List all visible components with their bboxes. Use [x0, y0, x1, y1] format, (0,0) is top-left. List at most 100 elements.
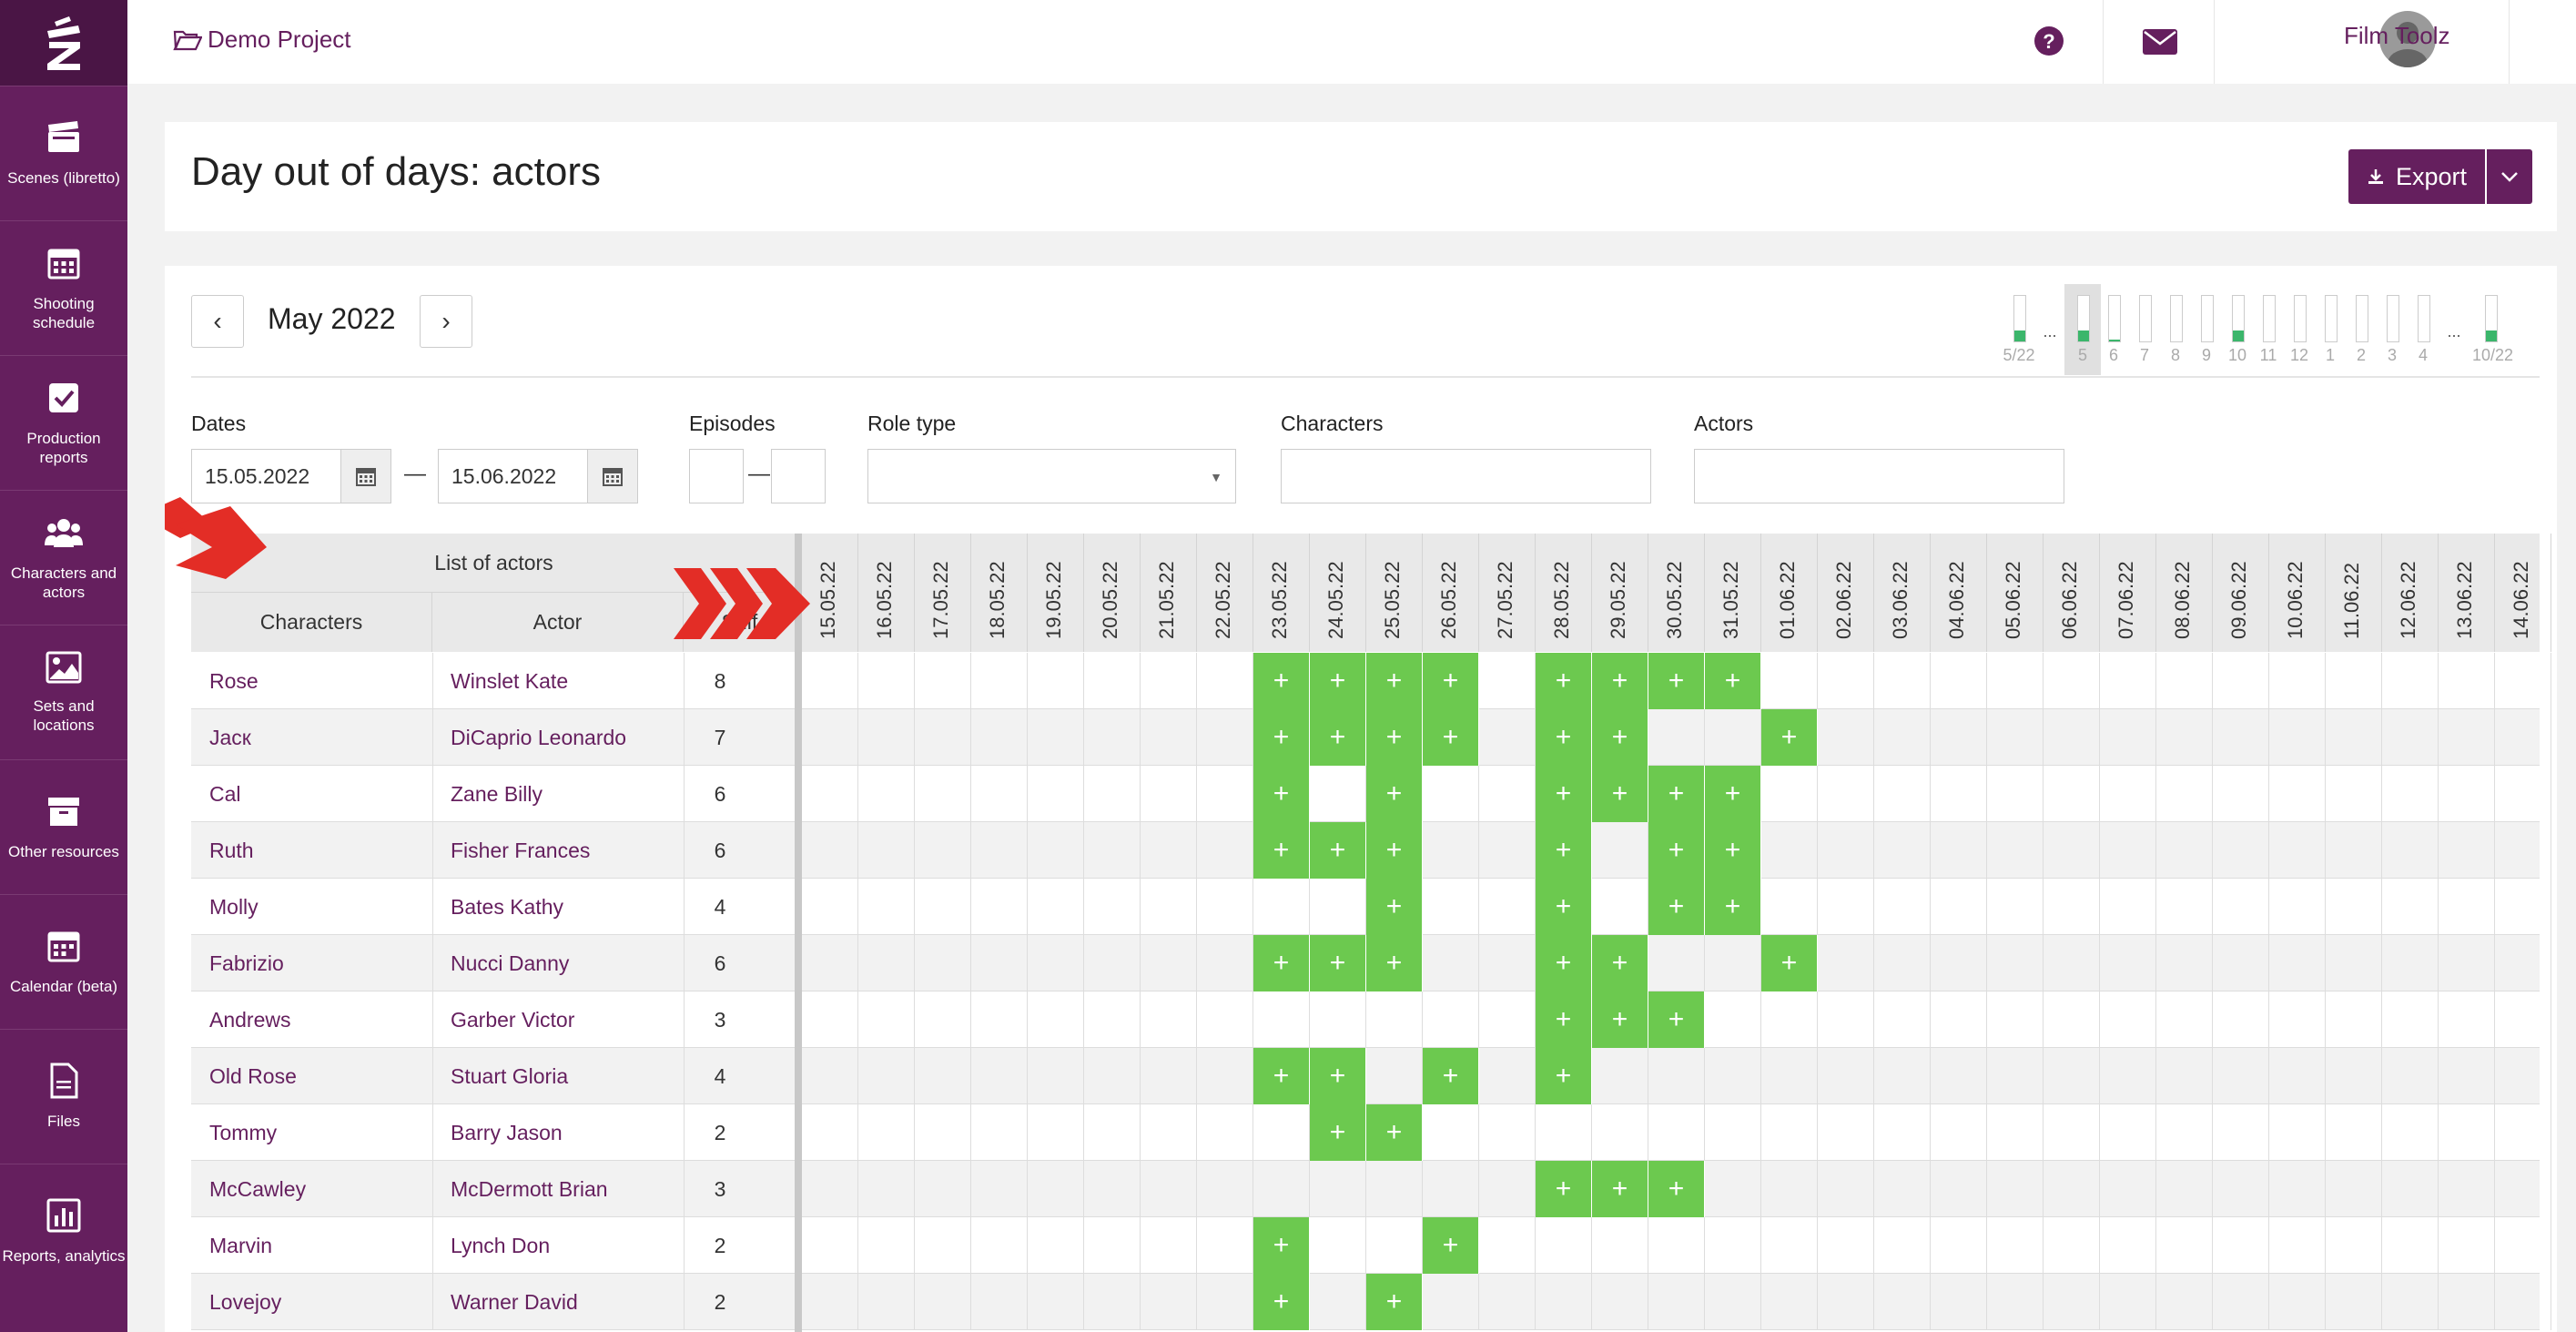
- schedule-cell[interactable]: [2326, 879, 2382, 935]
- schedule-cell[interactable]: [2382, 1217, 2439, 1274]
- schedule-cell-booked[interactable]: +: [1592, 766, 1648, 822]
- schedule-cell[interactable]: [1648, 1048, 1705, 1104]
- schedule-cell-booked[interactable]: +: [1536, 822, 1592, 879]
- date-column-header[interactable]: 23.05.22: [1253, 534, 1310, 652]
- schedule-cell[interactable]: [858, 1048, 915, 1104]
- schedule-cell[interactable]: [1818, 1217, 1874, 1274]
- schedule-cell[interactable]: [2439, 766, 2495, 822]
- schedule-cell-booked[interactable]: +: [1423, 653, 1479, 709]
- schedule-cell[interactable]: [1141, 1217, 1197, 1274]
- schedule-cell[interactable]: [858, 1274, 915, 1330]
- schedule-cell[interactable]: [1761, 653, 1818, 709]
- col-header-characters[interactable]: Characters: [191, 592, 432, 652]
- schedule-cell[interactable]: [2439, 1104, 2495, 1161]
- schedule-cell-booked[interactable]: +: [1253, 822, 1310, 879]
- date-column-header[interactable]: 16.05.22: [858, 534, 915, 652]
- schedule-cell[interactable]: [1479, 1274, 1536, 1330]
- sidebar-item-archive-box[interactable]: Other resources: [0, 759, 127, 894]
- schedule-cell-booked[interactable]: +: [1536, 1161, 1592, 1217]
- schedule-cell[interactable]: [1931, 709, 1987, 766]
- schedule-cell[interactable]: [1874, 1161, 1931, 1217]
- schedule-cell[interactable]: [2100, 766, 2156, 822]
- schedule-cell[interactable]: [1592, 822, 1648, 879]
- date-column-header[interactable]: 11.06.22: [2326, 534, 2382, 652]
- schedule-cell[interactable]: [2156, 1161, 2213, 1217]
- schedule-cell[interactable]: [1253, 991, 1310, 1048]
- schedule-cell-booked[interactable]: +: [1253, 653, 1310, 709]
- character-link[interactable]: Old Rose: [209, 1048, 297, 1104]
- schedule-cell[interactable]: [1141, 653, 1197, 709]
- schedule-cell[interactable]: [1761, 1161, 1818, 1217]
- schedule-cell[interactable]: [2156, 1048, 2213, 1104]
- schedule-cell[interactable]: [2269, 653, 2326, 709]
- export-dropdown-button[interactable]: [2487, 149, 2532, 204]
- schedule-cell[interactable]: [2382, 709, 2439, 766]
- schedule-cell[interactable]: [1648, 1104, 1705, 1161]
- date-column-header[interactable]: 24.05.22: [1310, 534, 1366, 652]
- schedule-cell[interactable]: [1423, 1274, 1479, 1330]
- schedule-cell-booked[interactable]: +: [1536, 653, 1592, 709]
- schedule-cell[interactable]: [858, 1104, 915, 1161]
- schedule-cell[interactable]: [1818, 1274, 1874, 1330]
- schedule-cell[interactable]: [2044, 766, 2100, 822]
- date-from-input[interactable]: 15.05.2022: [191, 449, 341, 503]
- schedule-cell-booked[interactable]: +: [1592, 935, 1648, 991]
- schedule-cell[interactable]: [1987, 766, 2044, 822]
- mail-icon[interactable]: [2143, 29, 2177, 55]
- schedule-cell[interactable]: [1366, 1161, 1423, 1217]
- schedule-cell[interactable]: [2269, 935, 2326, 991]
- schedule-cell[interactable]: [802, 879, 858, 935]
- schedule-cell[interactable]: [1423, 991, 1479, 1048]
- month-mini-bar[interactable]: ...: [2032, 284, 2068, 375]
- schedule-cell[interactable]: [1931, 1104, 1987, 1161]
- schedule-cell[interactable]: [2382, 822, 2439, 879]
- date-column-header[interactable]: 28.05.22: [1536, 534, 1592, 652]
- date-column-header[interactable]: 17.05.22: [915, 534, 971, 652]
- schedule-cell[interactable]: [915, 1048, 971, 1104]
- schedule-cell[interactable]: [971, 822, 1028, 879]
- schedule-cell[interactable]: [971, 935, 1028, 991]
- schedule-cell[interactable]: [1479, 709, 1536, 766]
- actor-link[interactable]: Bates Kathy: [451, 879, 563, 935]
- schedule-cell[interactable]: [915, 991, 971, 1048]
- schedule-cell-booked[interactable]: +: [1310, 653, 1366, 709]
- schedule-cell[interactable]: [2213, 1161, 2269, 1217]
- schedule-cell[interactable]: [1648, 935, 1705, 991]
- schedule-cell[interactable]: [2326, 1048, 2382, 1104]
- schedule-cell[interactable]: [1818, 935, 1874, 991]
- schedule-cell[interactable]: [1310, 1161, 1366, 1217]
- schedule-cell[interactable]: [858, 879, 915, 935]
- schedule-cell[interactable]: [2100, 879, 2156, 935]
- schedule-cell[interactable]: [2156, 653, 2213, 709]
- schedule-cell-booked[interactable]: +: [1366, 879, 1423, 935]
- schedule-cell[interactable]: [1705, 709, 1761, 766]
- schedule-cell[interactable]: [1931, 653, 1987, 709]
- schedule-cell[interactable]: [1592, 1048, 1648, 1104]
- date-column-header[interactable]: 09.06.22: [2213, 534, 2269, 652]
- schedule-cell-booked[interactable]: +: [1366, 935, 1423, 991]
- schedule-cell[interactable]: [2326, 935, 2382, 991]
- schedule-cell[interactable]: [1874, 1217, 1931, 1274]
- schedule-cell-booked[interactable]: +: [1761, 709, 1818, 766]
- schedule-cell-booked[interactable]: +: [1366, 653, 1423, 709]
- actor-link[interactable]: Zane Billy: [451, 766, 543, 822]
- schedule-cell[interactable]: [2269, 879, 2326, 935]
- schedule-cell-booked[interactable]: +: [1253, 1274, 1310, 1330]
- schedule-cell[interactable]: [1648, 1217, 1705, 1274]
- schedule-cell[interactable]: [1141, 822, 1197, 879]
- schedule-cell[interactable]: [858, 822, 915, 879]
- schedule-cell[interactable]: [858, 1161, 915, 1217]
- date-column-header[interactable]: 01.06.22: [1761, 534, 1818, 652]
- calendar-icon[interactable]: [587, 449, 638, 503]
- schedule-cell-booked[interactable]: +: [1536, 935, 1592, 991]
- schedule-cell[interactable]: [2156, 935, 2213, 991]
- schedule-cell[interactable]: [1987, 1104, 2044, 1161]
- schedule-cell[interactable]: [1818, 879, 1874, 935]
- table-split-divider[interactable]: [795, 534, 802, 1332]
- schedule-cell-booked[interactable]: +: [1705, 879, 1761, 935]
- schedule-cell-booked[interactable]: +: [1592, 653, 1648, 709]
- schedule-cell[interactable]: [2213, 766, 2269, 822]
- schedule-cell-booked[interactable]: +: [1253, 935, 1310, 991]
- schedule-cell[interactable]: [1253, 879, 1310, 935]
- schedule-cell[interactable]: [2044, 991, 2100, 1048]
